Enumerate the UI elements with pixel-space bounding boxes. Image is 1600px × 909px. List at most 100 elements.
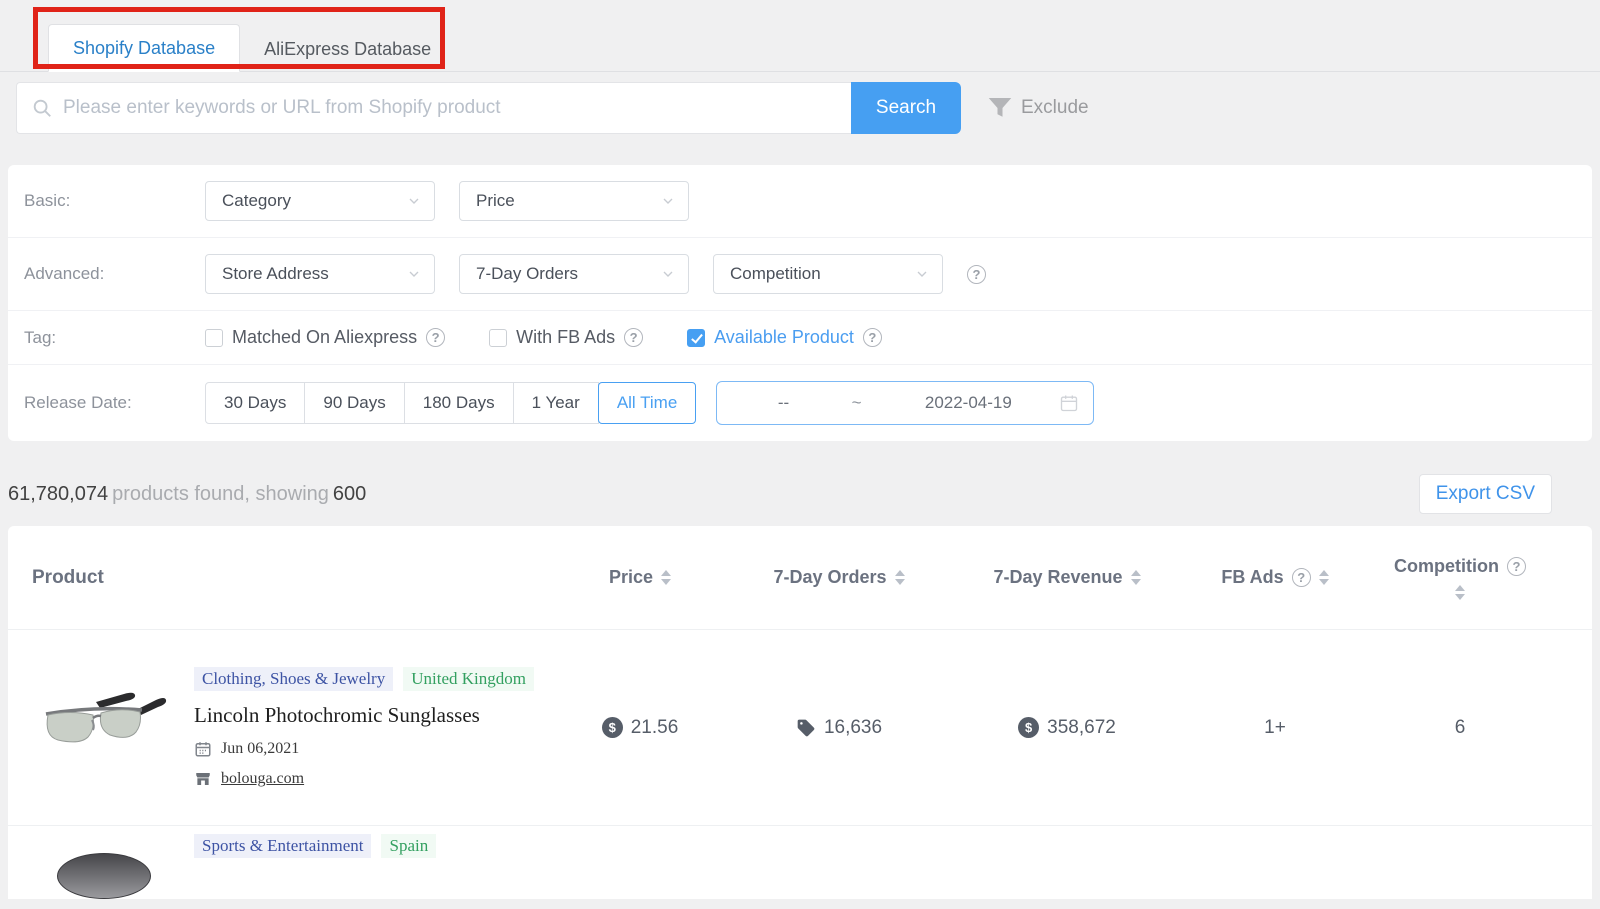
sort-icon bbox=[895, 570, 905, 585]
table-header-row: Product Price 7-Day Orders 7-Day Revenue… bbox=[8, 526, 1592, 630]
competition-cell: 6 bbox=[1370, 717, 1550, 739]
category-dropdown[interactable]: Category bbox=[205, 181, 435, 221]
filter-row-release-date: Release Date: 30 Days 90 Days 180 Days 1… bbox=[8, 365, 1592, 441]
date-range-picker[interactable]: -- ~ 2022-04-19 bbox=[716, 381, 1094, 425]
checkbox-icon bbox=[205, 329, 223, 347]
table-row: Sports & Entertainment Spain bbox=[8, 826, 1592, 899]
available-help-icon[interactable]: ? bbox=[863, 328, 882, 347]
tab-aliexpress-database[interactable]: AliExpress Database bbox=[240, 26, 455, 72]
product-image[interactable] bbox=[38, 834, 170, 899]
calendar-icon bbox=[194, 740, 212, 758]
checkbox-label: Matched On Aliexpress bbox=[232, 327, 417, 348]
date-range-separator: ~ bbox=[836, 393, 878, 413]
filter-row-basic: Basic: Category Price bbox=[8, 165, 1592, 238]
release-30-days-button[interactable]: 30 Days bbox=[205, 382, 305, 424]
category-dropdown-value: Category bbox=[222, 191, 291, 211]
price-dropdown-value: Price bbox=[476, 191, 515, 211]
release-date-label: Release Date: bbox=[24, 393, 205, 413]
competition-column-help-icon[interactable]: ? bbox=[1507, 557, 1526, 576]
revenue-cell: $ 358,672 bbox=[954, 717, 1180, 739]
tab-shopify-database[interactable]: Shopify Database bbox=[48, 24, 240, 72]
checkbox-available-product[interactable]: Available Product ? bbox=[687, 327, 882, 348]
results-middle-text: products found, showing bbox=[112, 483, 329, 505]
tag-icon bbox=[796, 718, 816, 738]
checkbox-icon bbox=[489, 329, 507, 347]
filter-panel: Basic: Category Price Advanced: Store Ad… bbox=[8, 165, 1592, 441]
exclude-label: Exclude bbox=[1021, 97, 1089, 119]
release-date-button-group: 30 Days 90 Days 180 Days 1 Year All Time bbox=[205, 382, 696, 424]
checkbox-checked-icon bbox=[687, 329, 705, 347]
column-header-label: Competition bbox=[1394, 556, 1499, 577]
product-info: Clothing, Shoes & Jewelry United Kingdom… bbox=[194, 667, 534, 788]
seven-day-orders-dropdown[interactable]: 7-Day Orders bbox=[459, 254, 689, 294]
orders-value: 16,636 bbox=[824, 717, 882, 739]
product-image-sunglasses[interactable] bbox=[38, 676, 170, 780]
products-table: Product Price 7-Day Orders 7-Day Revenue… bbox=[8, 526, 1592, 899]
results-bar: 61,780,074products found, showing600 Exp… bbox=[0, 474, 1600, 514]
competition-dropdown[interactable]: Competition bbox=[713, 254, 943, 294]
sort-icon bbox=[1131, 570, 1141, 585]
matched-help-icon[interactable]: ? bbox=[426, 328, 445, 347]
release-90-days-button[interactable]: 90 Days bbox=[304, 382, 404, 424]
category-badge[interactable]: Sports & Entertainment bbox=[194, 834, 371, 858]
fb-ads-cell: 1+ bbox=[1180, 717, 1370, 739]
country-badge: Spain bbox=[381, 834, 436, 858]
product-image-partial bbox=[57, 853, 151, 899]
chevron-down-icon bbox=[406, 193, 422, 209]
checkbox-label: With FB Ads bbox=[516, 327, 615, 348]
tag-label: Tag: bbox=[24, 328, 205, 348]
price-dropdown[interactable]: Price bbox=[459, 181, 689, 221]
column-header-label: 7-Day Orders bbox=[773, 567, 886, 588]
release-180-days-button[interactable]: 180 Days bbox=[404, 382, 514, 424]
date-range-end: 2022-04-19 bbox=[877, 393, 1059, 413]
store-icon bbox=[194, 770, 212, 788]
store-address-dropdown[interactable]: Store Address bbox=[205, 254, 435, 294]
search-row: Search Exclude bbox=[16, 82, 1584, 134]
export-csv-button[interactable]: Export CSV bbox=[1419, 474, 1552, 514]
revenue-value: 358,672 bbox=[1047, 717, 1116, 739]
column-header-fb-ads[interactable]: FB Ads ? bbox=[1180, 567, 1370, 588]
fb-ads-value: 1+ bbox=[1264, 717, 1286, 739]
release-date-value: Jun 06,2021 bbox=[221, 740, 299, 758]
country-badge: United Kingdom bbox=[403, 667, 534, 691]
exclude-filter[interactable]: Exclude bbox=[985, 93, 1089, 123]
column-header-label: FB Ads bbox=[1221, 567, 1283, 588]
advanced-help-icon[interactable]: ? bbox=[967, 265, 986, 284]
column-header-competition[interactable]: Competition ? bbox=[1370, 556, 1550, 600]
competition-value: 6 bbox=[1455, 717, 1466, 739]
store-address-dropdown-value: Store Address bbox=[222, 264, 329, 284]
dollar-circle-icon: $ bbox=[1018, 717, 1039, 738]
results-count: 61,780,074 bbox=[8, 483, 108, 505]
category-badge[interactable]: Clothing, Shoes & Jewelry bbox=[194, 667, 393, 691]
sort-icon bbox=[1455, 585, 1465, 600]
fb-ads-column-help-icon[interactable]: ? bbox=[1292, 568, 1311, 587]
product-title[interactable]: Lincoln Photochromic Sunglasses bbox=[194, 703, 534, 728]
store-row: bolouga.com bbox=[194, 770, 534, 788]
funnel-icon bbox=[985, 93, 1015, 123]
chevron-down-icon bbox=[406, 266, 422, 282]
search-field-wrap bbox=[16, 82, 851, 134]
release-all-time-button[interactable]: All Time bbox=[598, 382, 696, 424]
search-input[interactable] bbox=[63, 97, 837, 119]
date-range-start: -- bbox=[731, 393, 835, 413]
fb-ads-help-icon[interactable]: ? bbox=[624, 328, 643, 347]
column-header-7-day-orders[interactable]: 7-Day Orders bbox=[724, 567, 954, 588]
table-row: Clothing, Shoes & Jewelry United Kingdom… bbox=[8, 630, 1592, 826]
basic-label: Basic: bbox=[24, 191, 205, 211]
chevron-down-icon bbox=[914, 266, 930, 282]
database-tabbar: Shopify Database AliExpress Database bbox=[0, 0, 1600, 72]
column-header-7-day-revenue[interactable]: 7-Day Revenue bbox=[954, 567, 1180, 588]
search-button[interactable]: Search bbox=[851, 82, 961, 134]
chevron-down-icon bbox=[660, 266, 676, 282]
checkbox-with-fb-ads[interactable]: With FB Ads ? bbox=[489, 327, 643, 348]
column-header-label: 7-Day Revenue bbox=[993, 567, 1122, 588]
checkbox-matched-on-aliexpress[interactable]: Matched On Aliexpress ? bbox=[205, 327, 445, 348]
column-header-price[interactable]: Price bbox=[556, 567, 724, 588]
release-date-row: Jun 06,2021 bbox=[194, 740, 534, 758]
release-1-year-button[interactable]: 1 Year bbox=[513, 382, 599, 424]
store-domain-link[interactable]: bolouga.com bbox=[221, 770, 304, 788]
results-summary: 61,780,074products found, showing600 bbox=[8, 483, 366, 506]
seven-day-orders-dropdown-value: 7-Day Orders bbox=[476, 264, 578, 284]
results-shown-count: 600 bbox=[333, 483, 366, 505]
chevron-down-icon bbox=[660, 193, 676, 209]
